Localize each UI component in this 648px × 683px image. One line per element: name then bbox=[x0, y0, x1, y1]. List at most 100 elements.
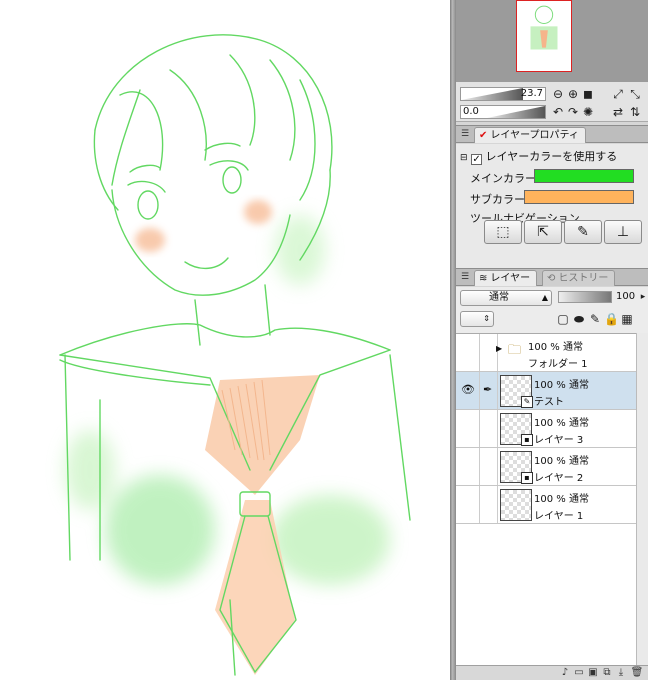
layer-mode-label: 100 % 通常 bbox=[534, 456, 589, 467]
layer-color-select[interactable]: ⇕ bbox=[460, 311, 494, 327]
layer-name-label: フォルダー 1 bbox=[528, 359, 588, 370]
layer-name-label: レイヤー 3 bbox=[534, 435, 584, 446]
sub-color-swatch[interactable] bbox=[524, 190, 634, 204]
zoom-out-icon[interactable]: ⊖ bbox=[551, 87, 565, 101]
rotation-value: 0.0 bbox=[463, 106, 479, 117]
edit-target-toggle[interactable] bbox=[480, 486, 498, 523]
tab-layer[interactable]: ≋ レイヤー bbox=[474, 270, 538, 286]
eye-icon: 👁 bbox=[461, 383, 475, 396]
layer-row-layer-3[interactable]: ▪ 100 % 通常 レイヤー 3 bbox=[456, 410, 636, 448]
navigator-preview[interactable] bbox=[516, 0, 572, 72]
layer-row-test[interactable]: 👁 ✒ ✎ 100 % 通常 テスト bbox=[456, 372, 636, 410]
rotate-right-icon[interactable]: ↷ bbox=[566, 105, 580, 119]
artwork-illustration bbox=[59, 34, 411, 676]
history-icon: ⟲ bbox=[547, 273, 556, 284]
reference-layer-icon[interactable]: ⬬ bbox=[572, 312, 586, 326]
layer-controls: 通常 ▲ 100 ▸ ⇕ ▢ ⬬ ✎ 🔒 ▦ bbox=[456, 287, 648, 333]
layer-name-label: レイヤー 2 bbox=[534, 473, 584, 484]
layer-name-label: レイヤー 1 bbox=[534, 511, 584, 522]
layer-tabbar: ☰ ≋ レイヤー ⟲ ヒストリー bbox=[456, 268, 648, 286]
layer-name-label: テスト bbox=[534, 397, 564, 408]
pen-icon: ✒ bbox=[483, 383, 493, 396]
navigator-toolbar: 23.7 ⊖ ⊕ ◼ ⤢ ⤡ 0.0 ↶ ↷ ✺ ⇄ ⇅ bbox=[456, 82, 648, 122]
flip-vertical-icon[interactable]: ⤡ bbox=[628, 87, 642, 101]
main-color-label: メインカラー bbox=[470, 172, 536, 185]
new-folder-icon[interactable]: ▣ bbox=[586, 666, 600, 680]
new-vector-layer-icon[interactable]: ♪ bbox=[558, 666, 572, 680]
use-layer-color-label: レイヤーカラーを使用する bbox=[485, 150, 618, 163]
drawing-canvas[interactable] bbox=[0, 0, 450, 680]
zoom-in-icon[interactable]: ⊕ bbox=[566, 87, 580, 101]
folder-icon: 🗀 bbox=[508, 343, 522, 358]
ruler-button[interactable]: ⊥ bbox=[604, 220, 642, 244]
panel-menu-icon[interactable]: ☰ bbox=[458, 128, 472, 140]
layer-mode-label: 100 % 通常 bbox=[534, 380, 589, 391]
layer-mode-label: 100 % 通常 bbox=[534, 494, 589, 505]
sub-color-label: サブカラー bbox=[470, 193, 525, 206]
new-raster-layer-icon[interactable]: ▭ bbox=[572, 666, 586, 680]
opacity-stepper-icon[interactable]: ▸ bbox=[636, 290, 648, 304]
visibility-toggle[interactable] bbox=[456, 334, 480, 371]
visibility-toggle[interactable] bbox=[456, 486, 480, 523]
select-layer-button[interactable]: ⇱ bbox=[524, 220, 562, 244]
fit-window-icon[interactable]: ◼ bbox=[581, 87, 595, 101]
opacity-slider[interactable] bbox=[558, 291, 612, 303]
border-effect-button[interactable]: ⬚ bbox=[484, 220, 522, 244]
rotation-slider[interactable]: 0.0 bbox=[460, 105, 546, 119]
main-color-swatch[interactable] bbox=[534, 169, 634, 183]
layer-property-panel: ⊟ ✓ レイヤーカラーを使用する メインカラー サブカラー ツールナビゲーション bbox=[456, 144, 648, 268]
layer-bottom-toolbar: ♪ ▭ ▣ ⧉ ⤓ 🗑 bbox=[456, 665, 648, 680]
layer-panel-menu-icon[interactable]: ☰ bbox=[458, 271, 472, 283]
zoom-slider[interactable]: 23.7 bbox=[460, 87, 546, 101]
opacity-value: 100 bbox=[616, 291, 636, 302]
lock-transparency-icon[interactable]: ▦ bbox=[620, 312, 634, 326]
blend-mode-select[interactable]: 通常 ▲ bbox=[460, 290, 552, 306]
layer-mode-label: 100 % 通常 bbox=[528, 342, 583, 353]
layer-property-tabbar: ☰ ✔ レイヤープロパティ bbox=[456, 125, 648, 143]
rotate-left-icon[interactable]: ↶ bbox=[551, 105, 565, 119]
edit-target-toggle[interactable] bbox=[480, 448, 498, 485]
flip-horizontal-icon[interactable]: ⤢ bbox=[611, 87, 625, 101]
flip-up-icon[interactable]: ⇅ bbox=[628, 105, 642, 119]
edit-target-toggle[interactable] bbox=[480, 410, 498, 447]
collapse-icon[interactable]: ⊟ bbox=[460, 153, 468, 163]
zoom-value: 23.7 bbox=[520, 88, 543, 99]
layer-thumbnail: ✎ bbox=[500, 375, 533, 408]
tab-history[interactable]: ⟲ ヒストリー bbox=[542, 270, 616, 286]
visibility-toggle[interactable]: 👁 bbox=[456, 372, 480, 409]
layer-mask-icon: ✎ bbox=[521, 396, 533, 408]
lock-layer-icon[interactable]: 🔒 bbox=[604, 312, 619, 326]
layer-row-layer-2[interactable]: ▪ 100 % 通常 レイヤー 2 bbox=[456, 448, 636, 486]
use-layer-color-checkbox[interactable]: ✓ bbox=[471, 154, 483, 165]
visibility-toggle[interactable] bbox=[456, 410, 480, 447]
draft-layer-icon[interactable]: ✎ bbox=[588, 312, 602, 326]
reset-rotation-icon[interactable]: ✺ bbox=[581, 105, 595, 119]
select-arrow-icon: ▲ bbox=[541, 293, 548, 302]
clip-layer-icon[interactable]: ▢ bbox=[556, 312, 570, 326]
color-select-arrow-icon: ⇕ bbox=[483, 314, 490, 323]
navigator-preview-image bbox=[530, 5, 558, 50]
layer-property-icon: ✔ bbox=[479, 130, 488, 141]
copy-layer-icon[interactable]: ⧉ bbox=[600, 666, 614, 680]
edit-pen-button[interactable]: ✎ bbox=[564, 220, 602, 244]
layer-row-folder-1[interactable]: ▶ 🗀 100 % 通常 フォルダー 1 bbox=[456, 334, 636, 372]
visibility-toggle[interactable] bbox=[456, 448, 480, 485]
layer-list-scrollbar[interactable] bbox=[636, 333, 648, 665]
use-layer-color-row[interactable]: ⊟ ✓ レイヤーカラーを使用する bbox=[460, 148, 617, 165]
merge-down-icon[interactable]: ⤓ bbox=[614, 666, 628, 680]
layer-list: ▶ 🗀 100 % 通常 フォルダー 1 👁 ✒ ✎ 100 % 通常 テスト … bbox=[456, 333, 648, 665]
layer-mode-label: 100 % 通常 bbox=[534, 418, 589, 429]
layer-mask-icon: ▪ bbox=[521, 472, 533, 484]
edit-target-toggle[interactable]: ✒ bbox=[480, 372, 498, 409]
folder-expand-icon[interactable]: ▶ bbox=[496, 344, 502, 353]
layer-thumbnail: ▪ bbox=[500, 451, 533, 484]
layers-icon: ≋ bbox=[479, 273, 488, 284]
delete-layer-icon[interactable]: 🗑 bbox=[630, 666, 644, 680]
layer-thumbnail bbox=[500, 489, 532, 521]
layer-thumbnail: ▪ bbox=[500, 413, 533, 446]
layer-row-layer-1[interactable]: 100 % 通常 レイヤー 1 bbox=[456, 486, 636, 524]
layer-mask-icon: ▪ bbox=[521, 434, 533, 446]
navigator-panel bbox=[456, 0, 648, 82]
flip-icon[interactable]: ⇄ bbox=[611, 105, 625, 119]
tab-layer-property[interactable]: ✔ レイヤープロパティ bbox=[474, 127, 586, 143]
